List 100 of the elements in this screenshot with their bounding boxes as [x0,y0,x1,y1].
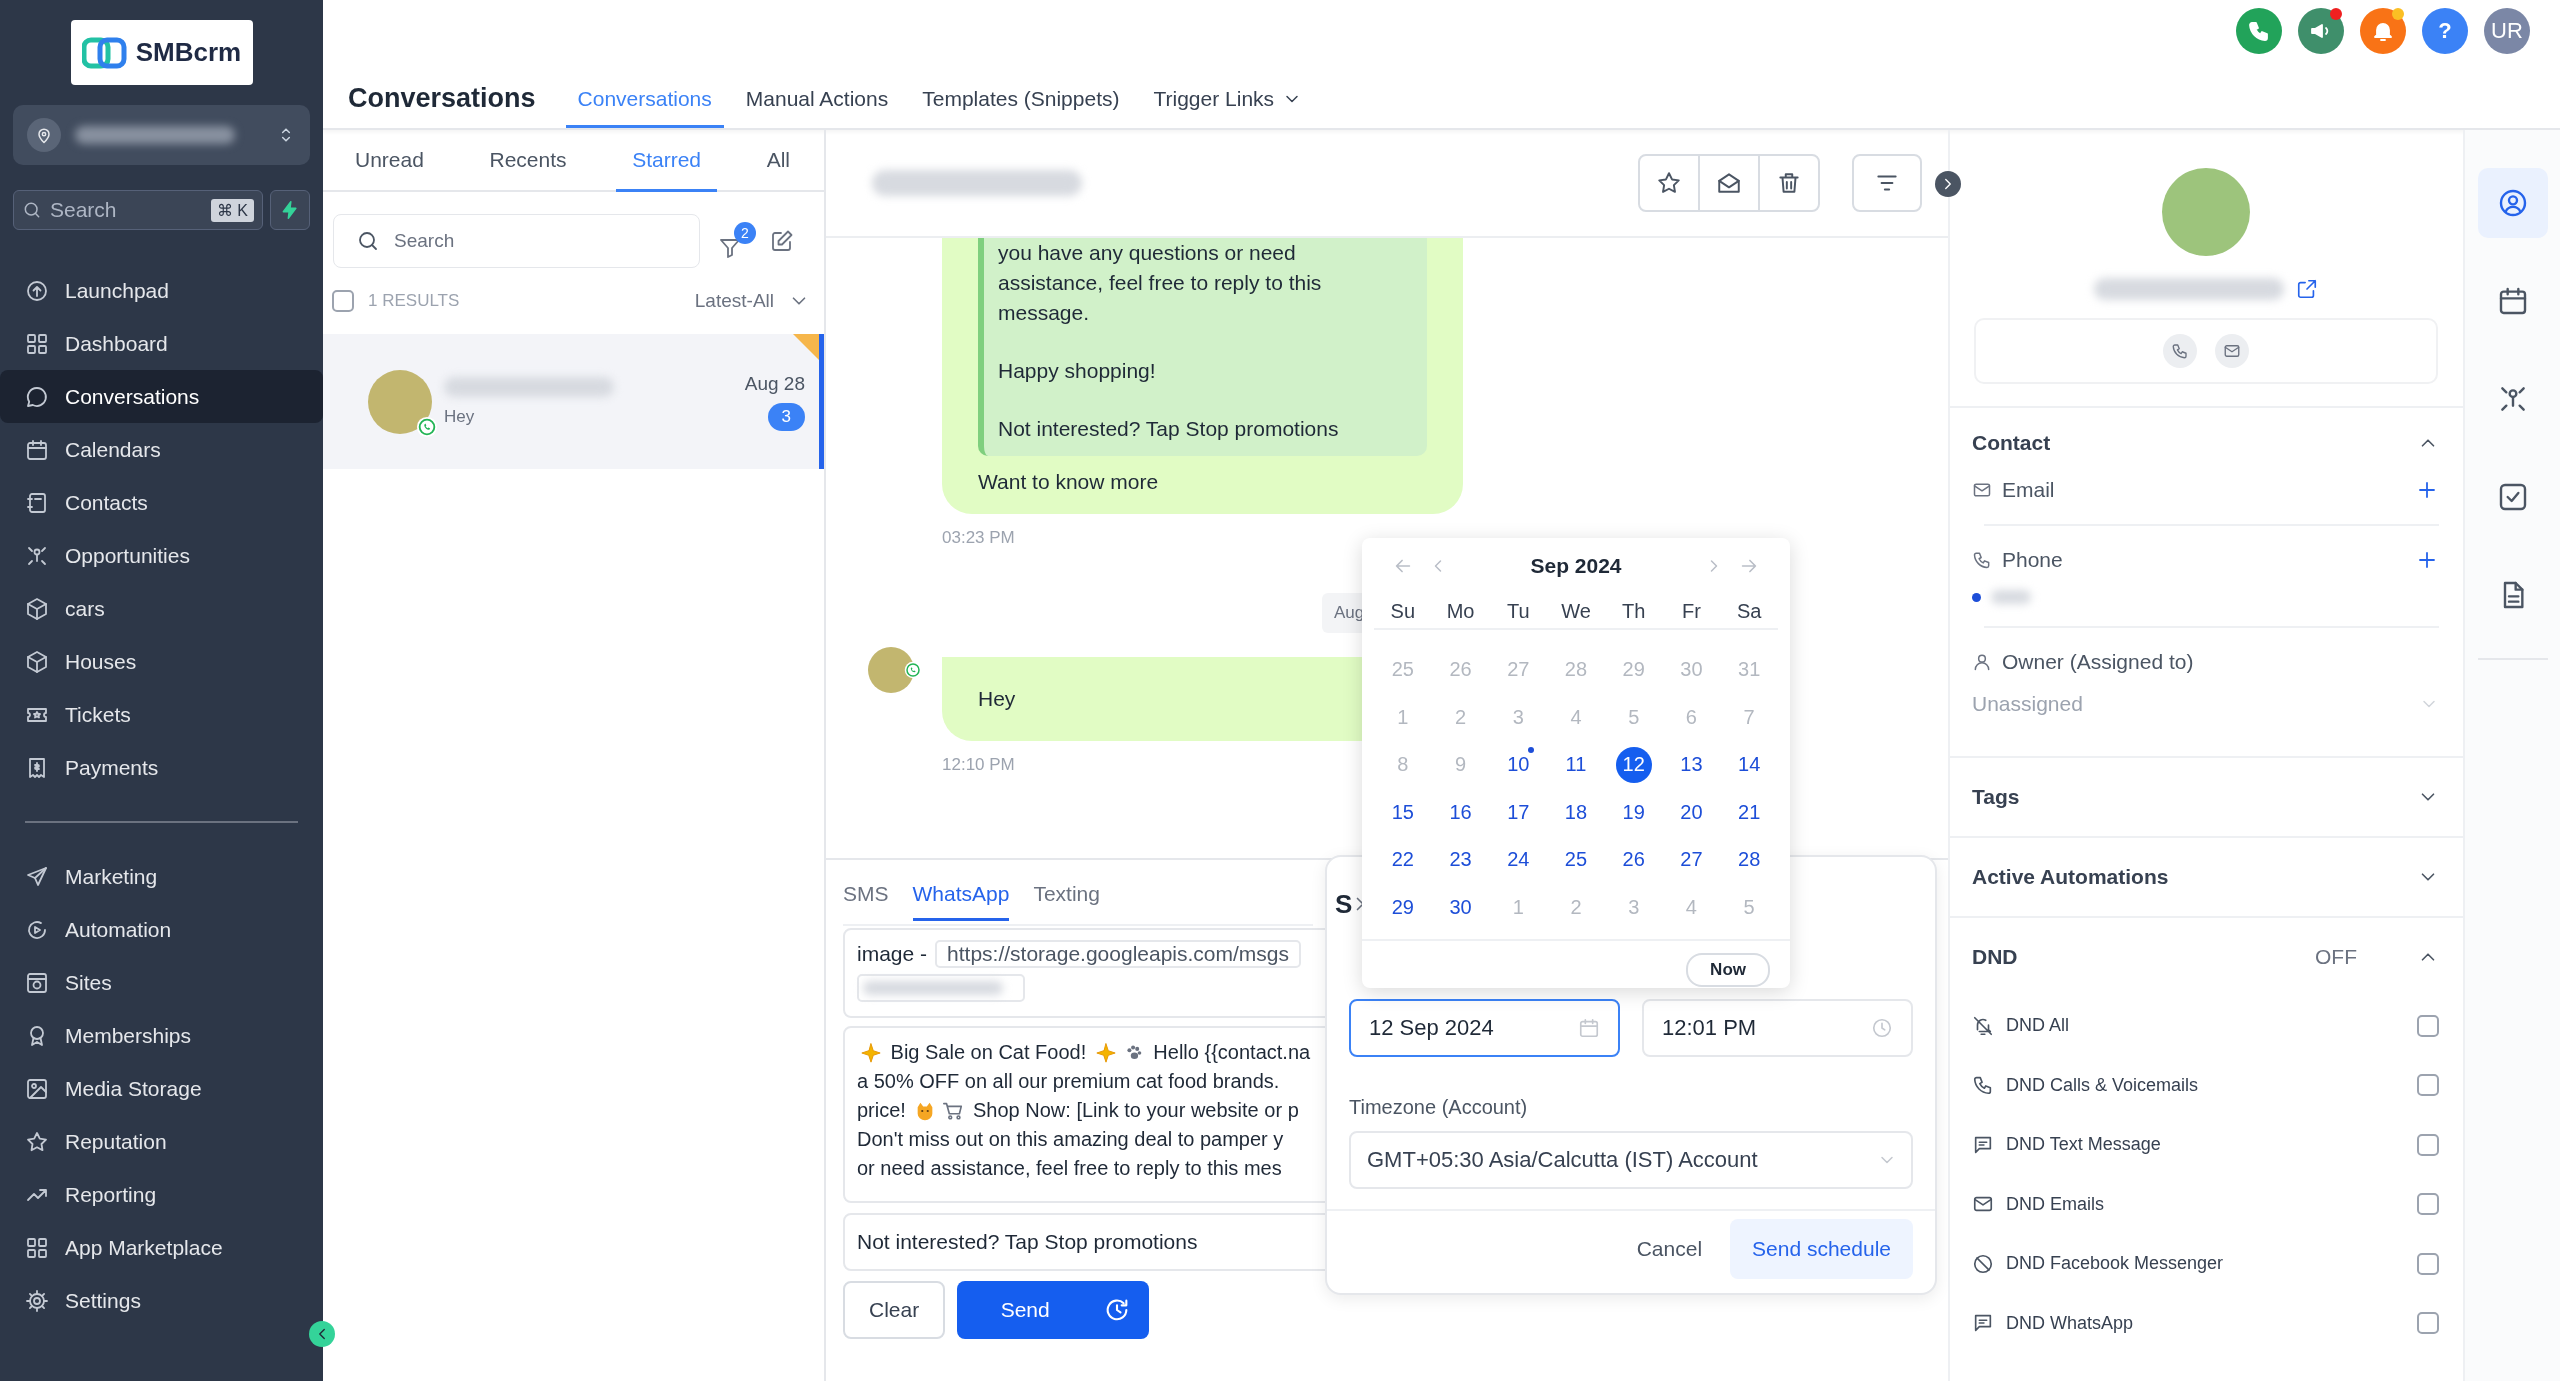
nav-item[interactable]: Houses [0,635,323,688]
nav-item[interactable]: Sites [0,956,323,1009]
brand-name: SMBcrm [135,37,242,68]
checkbox[interactable] [2417,1014,2439,1037]
header-tab[interactable]: Templates (Snippets) [910,87,1132,128]
phone-icon [2247,19,2271,43]
channel-tab[interactable]: Texting [1033,863,1100,921]
header-tab[interactable]: Trigger Links [1141,87,1315,128]
nav-item[interactable]: Reputation [0,1115,323,1168]
list-tab[interactable]: Starred [616,130,718,192]
calendar-day[interactable]: 28 [1731,841,1768,878]
announcements-button[interactable] [2298,8,2344,54]
dnd-option: DND All [2006,1015,2405,1037]
nav-item[interactable]: Settings [0,1274,323,1327]
weekday-label: Fr [1680,599,1702,624]
nav-item[interactable]: Tickets [0,688,323,741]
nav-item[interactable]: Payments [0,741,323,794]
shortcut-key: ⌘ K [210,198,254,222]
call-button[interactable] [2162,334,2197,368]
checkbox[interactable] [2417,1074,2439,1097]
clear-button[interactable]: Clear [843,1281,946,1339]
nav-item[interactable]: App Marketplace [0,1221,323,1274]
dnd-option: DND Text Message [2006,1134,2405,1156]
nav-item[interactable]: Calendars [0,423,323,476]
channel-tab[interactable]: SMS [843,863,889,921]
calendar-day[interactable]: 10 [1500,746,1537,783]
gear-icon [25,1288,49,1313]
calendar-day[interactable]: 20 [1673,794,1710,831]
send-button[interactable]: Send [957,1281,1150,1339]
calendar-day[interactable]: 22 [1384,841,1421,878]
select-all-checkbox[interactable] [332,290,354,312]
checkbox[interactable] [2417,1312,2439,1335]
list-tab[interactable]: Unread [339,130,440,192]
list-tab[interactable]: Recents [473,130,583,192]
calendar-day[interactable]: 27 [1673,841,1710,878]
search-field[interactable]: Search [333,214,700,268]
nav-item[interactable]: Marketing [0,850,323,903]
nav-item[interactable]: Launchpad [0,264,323,317]
calendar-day[interactable]: 23 [1442,841,1479,878]
send-schedule-button[interactable]: Send schedule [1730,1219,1913,1279]
nav-item[interactable]: Reporting [0,1168,323,1221]
notifications-button[interactable] [2360,8,2406,54]
calendar-day[interactable]: 24 [1500,841,1537,878]
phone-button[interactable] [2236,8,2282,54]
message-line-text: Big Sale on Cat Food! [889,1040,1088,1065]
filter-button[interactable]: 2 [718,222,756,260]
nav-item[interactable]: Media Storage [0,1062,323,1115]
nav-item[interactable]: Contacts [0,476,323,529]
list-tab[interactable]: All [750,130,806,192]
search-field[interactable]: Search ⌘ K [13,190,263,230]
calendar-day[interactable]: 17 [1500,794,1537,831]
rail-tab[interactable] [2477,168,2548,238]
calendar-day[interactable]: 11 [1558,746,1594,783]
account-switcher[interactable] [13,105,310,165]
conversation-item[interactable]: Hey Aug 28 3 [323,334,824,469]
calendar-day[interactable]: 30 [1442,889,1479,926]
checkbox[interactable] [2417,1133,2439,1156]
user-avatar[interactable]: UR [2484,8,2530,54]
time-field[interactable]: 12:01 PM [1642,999,1913,1057]
calendar-day[interactable]: 14 [1731,746,1768,783]
nav-item[interactable]: cars [0,582,323,635]
calendar-day[interactable]: 21 [1731,794,1768,831]
sort-dropdown[interactable]: Latest-All [694,290,810,312]
calendar-day[interactable]: 19 [1615,794,1652,831]
calendar-day[interactable]: 26 [1615,841,1652,878]
header-tab[interactable]: Conversations [565,87,724,128]
external-link-icon[interactable] [2295,278,2318,300]
calendar-day[interactable]: 13 [1673,746,1710,783]
expand-panel-button[interactable] [1935,171,1961,197]
nav-item[interactable]: Automation [0,903,323,956]
calendar-icon [1578,1017,1600,1039]
logo-mark-icon [81,35,128,70]
nav-item[interactable]: Dashboard [0,317,323,370]
calendar-day[interactable]: 15 [1384,794,1421,831]
cancel-button[interactable]: Cancel [1630,1236,1709,1262]
now-button[interactable]: Now [1686,953,1770,987]
calendar-day[interactable]: 29 [1384,889,1421,926]
date-field[interactable]: 12 Sep 2024 [1349,999,1620,1057]
message-line-text: Don't miss out on this amazing deal to pamper y [857,1127,1284,1152]
section-title: Contact [1972,431,2052,455]
collapse-button[interactable] [309,1321,335,1347]
quote-paragraph: Happy shopping! [998,358,1157,384]
nav-item[interactable]: Opportunities [0,529,323,582]
timezone-select[interactable]: GMT+05:30 Asia/Calcutta (IST) Account [1349,1131,1913,1189]
checkbox[interactable] [2417,1252,2439,1275]
header-tab[interactable]: Manual Actions [733,87,901,128]
nav-item[interactable]: Memberships [0,1009,323,1062]
email-button[interactable] [2214,334,2249,368]
calendar-day[interactable]: 12 [1615,746,1652,783]
calendar-day[interactable]: 25 [1558,841,1594,878]
checkbox[interactable] [2417,1193,2439,1216]
conversation-date: Aug 28 [744,372,805,395]
nav-item[interactable]: Conversations [0,370,323,423]
calendar-day[interactable]: 18 [1558,794,1594,831]
channel-tab[interactable]: WhatsApp [912,863,1010,921]
compose-icon[interactable] [770,229,794,253]
help-button[interactable]: ? [2422,8,2468,54]
bolt-icon [280,200,300,220]
quick-action-button[interactable] [270,190,310,230]
calendar-day[interactable]: 16 [1442,794,1479,831]
